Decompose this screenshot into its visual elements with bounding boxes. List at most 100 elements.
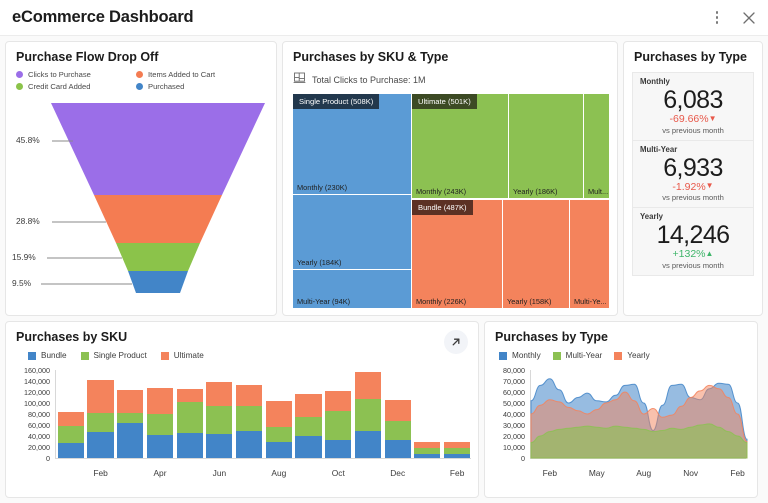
kpi-delta: -1.92%▼: [640, 182, 746, 194]
treemap-cell-single-product-monthly[interactable]: Monthly (230K): [293, 94, 411, 194]
treemap-icon: [293, 71, 306, 89]
legend-item-credit-card-added[interactable]: Credit Card Added: [16, 82, 136, 91]
bar-segment[interactable]: [414, 442, 440, 448]
legend-swatch-icon: [553, 352, 561, 360]
bar-segment[interactable]: [325, 391, 351, 411]
legend-item-multi-year[interactable]: Multi-Year: [553, 351, 603, 360]
bar-segment[interactable]: [444, 442, 470, 448]
kebab-menu-icon[interactable]: [708, 9, 726, 27]
bar-segment[interactable]: [177, 389, 203, 403]
bar-segment[interactable]: [355, 372, 381, 400]
bar-segment[interactable]: [206, 434, 232, 458]
legend-item-yearly[interactable]: Yearly: [614, 351, 649, 360]
bar-segment[interactable]: [385, 421, 411, 440]
bar-segment[interactable]: [295, 417, 321, 436]
bar-segment[interactable]: [266, 401, 292, 427]
bar-segment[interactable]: [177, 433, 203, 458]
close-icon[interactable]: [740, 9, 758, 27]
bottom-row: Purchases by SKU Bundle Single Product: [5, 321, 763, 498]
bar-segment[interactable]: [295, 436, 321, 458]
treemap-cell-ultimate-yearly[interactable]: Yearly (186K): [509, 94, 583, 198]
bar-segment[interactable]: [414, 454, 440, 458]
bar-segment[interactable]: [444, 454, 470, 458]
legend-item-items-added-to-cart[interactable]: Items Added to Cart: [136, 70, 266, 79]
bar-x-tick: Oct: [313, 468, 363, 478]
bar-segment[interactable]: [385, 400, 411, 421]
bar-segment[interactable]: [266, 427, 292, 442]
kpi-value: 6,083: [640, 86, 746, 114]
area-chart-plot: 010,00020,00030,00040,00050,00060,00070,…: [485, 366, 757, 484]
bar-segment[interactable]: [355, 431, 381, 458]
bar-y-tick: 120,000: [6, 388, 50, 397]
treemap-group-label-bundle: Bundle (487K): [412, 200, 473, 215]
area-chart-svg: [485, 366, 757, 484]
treemap-cell-ultimate-multi-year[interactable]: Mult...: [584, 94, 609, 198]
treemap-cell-single-product-yearly[interactable]: Yearly (184K): [293, 195, 411, 269]
bar-segment[interactable]: [117, 413, 143, 423]
kpi-delta: -69.66%▼: [640, 114, 746, 126]
open-in-new-icon[interactable]: [444, 330, 468, 354]
bar-segment[interactable]: [444, 448, 470, 454]
legend-label: Multi-Year: [566, 351, 603, 360]
treemap-cell-bundle-monthly[interactable]: Monthly (226K): [412, 200, 502, 308]
kpi-item-monthly[interactable]: Monthly 6,083 -69.66%▼ vs previous month: [632, 72, 754, 141]
bar-segment[interactable]: [206, 406, 232, 435]
legend-item-bundle[interactable]: Bundle: [28, 351, 67, 360]
kpi-value: 14,246: [640, 221, 746, 249]
treemap-cell-bundle-multi-year[interactable]: Multi-Ye...: [570, 200, 609, 308]
bar-segment[interactable]: [147, 414, 173, 435]
funnel-card-title: Purchase Flow Drop Off: [6, 42, 276, 66]
kpi-card-title: Purchases by Type: [624, 42, 762, 66]
bar-segment[interactable]: [147, 435, 173, 458]
bar-segment[interactable]: [266, 442, 292, 458]
legend-item-ultimate[interactable]: Ultimate: [161, 351, 204, 360]
dashboard-app: eCommerce Dashboard Purchase Flow Drop O…: [0, 0, 768, 503]
app-header: eCommerce Dashboard: [0, 0, 768, 36]
bar-segment[interactable]: [295, 394, 321, 418]
bar-segment[interactable]: [87, 380, 113, 413]
bar-segment[interactable]: [58, 443, 84, 458]
treemap-cell-bundle-yearly[interactable]: Yearly (158K): [503, 200, 569, 308]
bar-y-tick: 0: [6, 454, 50, 463]
treemap-cell-ultimate-monthly[interactable]: Monthly (243K): [412, 94, 508, 198]
bar-segment[interactable]: [177, 402, 203, 433]
legend-item-single-product[interactable]: Single Product: [81, 351, 147, 360]
area-x-tick: May: [572, 468, 622, 478]
kpi-list: Monthly 6,083 -69.66%▼ vs previous month…: [624, 66, 762, 276]
bar-segment[interactable]: [87, 413, 113, 432]
bar-x-tick: Aug: [254, 468, 304, 478]
bar-segment[interactable]: [117, 390, 143, 413]
kpi-comparison-label: vs previous month: [640, 193, 746, 202]
kpi-comparison-label: vs previous month: [640, 126, 746, 135]
area-x-tick: Nov: [666, 468, 716, 478]
bar-segment[interactable]: [325, 411, 351, 440]
bar-segment[interactable]: [385, 440, 411, 458]
bar-segment[interactable]: [147, 388, 173, 414]
bar-segment[interactable]: [325, 440, 351, 458]
treemap-chart: Monthly (230K) Yearly (184K) Multi-Year …: [293, 94, 609, 308]
legend-item-monthly[interactable]: Monthly: [499, 351, 541, 360]
legend-item-clicks-to-purchase[interactable]: Clicks to Purchase: [16, 70, 136, 79]
funnel-label-stage-3: 15.9%: [12, 252, 36, 262]
kpi-delta-value: +132%: [673, 248, 706, 260]
bar-segment[interactable]: [58, 426, 84, 443]
bar-segment[interactable]: [58, 412, 84, 426]
card-purchase-flow-drop-off: Purchase Flow Drop Off Clicks to Purchas…: [5, 41, 277, 316]
bar-segment[interactable]: [236, 385, 262, 406]
kpi-item-multi-year[interactable]: Multi-Year 6,933 -1.92%▼ vs previous mon…: [632, 141, 754, 209]
funnel-label-stage-4: 9.5%: [12, 278, 31, 288]
area-series-multi-year[interactable]: [531, 424, 747, 458]
treemap-cell-label: Monthly (243K): [416, 187, 466, 196]
treemap-cell-single-product-multi-year[interactable]: Multi-Year (94K): [293, 270, 411, 308]
bar-segment[interactable]: [414, 448, 440, 454]
bar-segment[interactable]: [236, 406, 262, 431]
bar-segment[interactable]: [355, 399, 381, 431]
bar-segment[interactable]: [117, 423, 143, 458]
legend-label: Items Added to Cart: [148, 70, 215, 79]
bar-segment[interactable]: [206, 382, 232, 406]
kpi-item-yearly[interactable]: Yearly 14,246 +132%▲ vs previous month: [632, 208, 754, 276]
legend-item-purchased[interactable]: Purchased: [136, 82, 266, 91]
bar-segment[interactable]: [236, 431, 262, 458]
bar-segment[interactable]: [87, 432, 113, 458]
treemap-subtitle-label: Total Clicks to Purchase: 1M: [312, 75, 426, 85]
